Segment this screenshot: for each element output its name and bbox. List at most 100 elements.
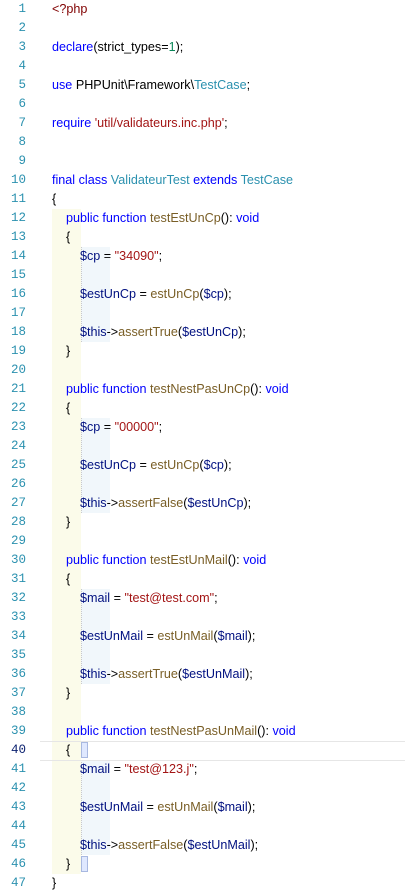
code-token: "test@test.com" [124, 591, 215, 605]
code-line[interactable]: 45 $this->assertFalse($estUnMail); [0, 836, 405, 855]
code-token: $cp [80, 420, 101, 434]
code-line[interactable]: 3 declare(strict_types=1); [0, 38, 405, 57]
code-line[interactable]: 5 use PHPUnit\Framework\TestCase; [0, 76, 405, 95]
code-line[interactable]: 21 public function testNestPasUnCp(): vo… [0, 380, 405, 399]
code-line[interactable]: 17 [0, 304, 405, 323]
line-code: { [52, 570, 70, 589]
code-line[interactable]: 43 $estUnMail = estUnMail($mail); [0, 798, 405, 817]
code-line[interactable]: 8 [0, 133, 405, 152]
code-line[interactable]: 34 $estUnMail = estUnMail($mail); [0, 627, 405, 646]
line-code: $mail = "test@123.j"; [52, 760, 197, 779]
code-line[interactable]: 4 [0, 57, 405, 76]
code-line[interactable]: 10 final class ValidateurTest extends Tes… [0, 171, 405, 190]
line-code: public function testEstUnCp(): void [52, 209, 259, 228]
code-token: } [52, 344, 71, 358]
code-token: ; [193, 762, 198, 776]
code-line[interactable]: 35 [0, 646, 405, 665]
line-number: 29 [10, 534, 26, 548]
line-number: 33 [10, 610, 26, 624]
code-line[interactable]: 41 $mail = "test@123.j"; [0, 760, 405, 779]
line-code: } [52, 342, 70, 361]
code-line[interactable]: 26 [0, 475, 405, 494]
code-line[interactable]: 46 } [0, 855, 405, 874]
line-number: 27 [10, 496, 26, 510]
code-editor[interactable]: 1 <?php 2 3 declare(strict_types=1); 4 5 use PH… [0, 0, 405, 896]
line-code: $this->assertTrue($estUnMail); [52, 665, 253, 684]
code-line[interactable]: 19 } [0, 342, 405, 361]
line-number: 14 [10, 249, 26, 263]
code-line[interactable]: 25 $estUnCp = estUnCp($cp); [0, 456, 405, 475]
code-token: estUnMail [157, 629, 214, 643]
code-token: $estUnMail [182, 667, 246, 681]
code-token: void [265, 382, 289, 396]
line-number: 15 [10, 268, 26, 282]
code-token: { [52, 743, 71, 757]
line-code: $estUnMail = estUnMail($mail); [52, 627, 255, 646]
code-token: "34090" [114, 249, 159, 263]
code-token: testEstUnMail [150, 553, 228, 567]
code-line[interactable]: 28 } [0, 513, 405, 532]
code-line[interactable]: 24 [0, 437, 405, 456]
code-line[interactable]: 18 $this->assertTrue($estUnCp); [0, 323, 405, 342]
line-number: 28 [10, 515, 26, 529]
code-token: -> [106, 496, 119, 510]
line-code: $this->assertFalse($estUnMail); [52, 836, 258, 855]
line-number: 18 [10, 325, 26, 339]
code-line[interactable]: 22 { [0, 399, 405, 418]
line-code: { [52, 228, 70, 247]
code-line[interactable]: 44 [0, 817, 405, 836]
line-number: 23 [10, 420, 26, 434]
code-line[interactable]: 42 [0, 779, 405, 798]
code-line[interactable]: 14 $cp = "34090"; [0, 247, 405, 266]
code-line[interactable]: 47} [0, 874, 405, 893]
line-number: 17 [10, 306, 26, 320]
code-token: ); [247, 629, 256, 643]
line-code: { [52, 190, 56, 209]
code-line[interactable]: 32 $mail = "test@test.com"; [0, 589, 405, 608]
code-line[interactable]: 30 public function testEstUnMail(): void [0, 551, 405, 570]
code-line[interactable]: 6 [0, 95, 405, 114]
code-line[interactable]: 1 <?php [0, 0, 405, 19]
code-line[interactable]: 37 } [0, 684, 405, 703]
code-line[interactable]: 36 $this->assertTrue($estUnMail); [0, 665, 405, 684]
line-code: $this->assertFalse($estUnCp); [52, 494, 251, 513]
code-line[interactable]: 39 public function testNestPasUnMail(): … [0, 722, 405, 741]
code-line[interactable]: 12 public function testEstUnCp(): void [0, 209, 405, 228]
line-number: 10 [10, 173, 26, 187]
line-number: 6 [18, 97, 26, 111]
code-line[interactable]: 40 { [0, 741, 405, 760]
code-line[interactable]: 13 { [0, 228, 405, 247]
line-code: final class ValidateurTest extends TestC… [52, 171, 293, 190]
line-number: 1 [18, 2, 26, 16]
code-token: PHPUnit\Framework\ [75, 78, 195, 92]
code-line[interactable]: 7 require 'util/validateurs.inc.php'; [0, 114, 405, 133]
code-line[interactable]: 2 [0, 19, 405, 38]
code-token: -> [106, 325, 119, 339]
code-line[interactable]: 27 $this->assertFalse($estUnCp); [0, 494, 405, 513]
code-line[interactable]: 31 { [0, 570, 405, 589]
code-line[interactable]: 16 $estUnCp = estUnCp($cp); [0, 285, 405, 304]
code-token: testEstUnCp [150, 211, 221, 225]
code-token: } [52, 876, 57, 890]
code-token: TestCase [194, 78, 247, 92]
code-line[interactable]: 9 [0, 152, 405, 171]
code-line[interactable]: 29 [0, 532, 405, 551]
code-token: } [52, 515, 71, 529]
code-line[interactable]: 20 [0, 361, 405, 380]
line-number: 44 [10, 819, 26, 833]
code-token: ); [238, 325, 246, 339]
code-token: "test@123.j" [124, 762, 194, 776]
code-token: void [272, 724, 296, 738]
code-line[interactable]: 23 $cp = "00000"; [0, 418, 405, 437]
code-token: public function [66, 382, 151, 396]
code-line[interactable]: 33 [0, 608, 405, 627]
line-code: } [52, 855, 70, 874]
code-line[interactable]: 15 [0, 266, 405, 285]
code-line[interactable]: 11 { [0, 190, 405, 209]
code-line[interactable]: 38 [0, 703, 405, 722]
line-number: 31 [10, 572, 26, 586]
